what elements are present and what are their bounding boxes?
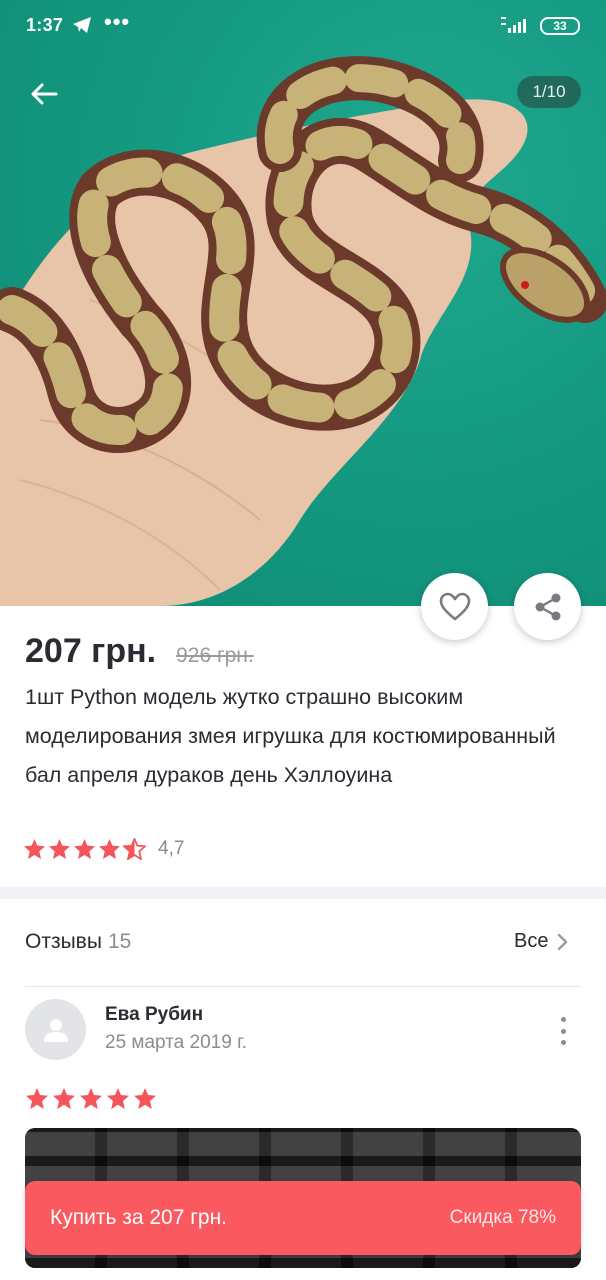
product-title: 1шт Python модель жутко страшно высоким … bbox=[25, 685, 556, 787]
reviews-divider bbox=[25, 986, 581, 987]
old-price: 926 грн. bbox=[176, 644, 254, 667]
buy-button[interactable]: Купить за 207 грн. Скидка 78% bbox=[25, 1181, 581, 1255]
share-button[interactable] bbox=[514, 573, 581, 640]
reviews-all-link[interactable]: Все bbox=[514, 930, 568, 953]
star-icon bbox=[23, 838, 46, 860]
back-button[interactable] bbox=[22, 72, 66, 116]
status-bar: 1:37 ••• 33 bbox=[0, 0, 606, 52]
review-stars bbox=[25, 1087, 160, 1110]
status-time: 1:37 bbox=[26, 15, 64, 35]
price-row: 207 грн. 926 грн. bbox=[25, 632, 254, 671]
review-more-button[interactable] bbox=[552, 1015, 574, 1047]
star-icon bbox=[73, 838, 96, 860]
more-notifications-icon: ••• bbox=[104, 9, 131, 34]
favorite-button[interactable] bbox=[421, 573, 488, 640]
battery-icon: 33 bbox=[540, 17, 580, 35]
image-counter: 1/10 bbox=[517, 76, 581, 108]
chevron-right-icon bbox=[558, 933, 568, 950]
discount-label: Скидка 78% bbox=[449, 1207, 556, 1228]
reviews-count: 15 bbox=[107, 930, 132, 953]
avatar bbox=[25, 999, 86, 1060]
reviewer-name: Ева Рубин bbox=[105, 1004, 204, 1025]
buy-label: Купить за 207 грн. bbox=[50, 1206, 228, 1229]
reviews-all-label: Все bbox=[514, 930, 549, 952]
star-icon bbox=[80, 1088, 102, 1109]
heart-icon bbox=[439, 592, 470, 620]
star-icon bbox=[48, 838, 71, 860]
user-icon bbox=[43, 1018, 68, 1042]
reviews-heading: Отзывы 15 bbox=[25, 930, 131, 954]
current-price: 207 грн. bbox=[25, 632, 157, 670]
product-rating[interactable]: 4,7 bbox=[23, 838, 184, 860]
arrow-left-icon bbox=[31, 83, 58, 105]
telegram-icon bbox=[72, 16, 92, 39]
star-icon bbox=[53, 1088, 75, 1109]
kebab-dot bbox=[560, 1040, 566, 1045]
product-photo bbox=[0, 56, 606, 606]
star-icon bbox=[98, 838, 121, 860]
section-divider bbox=[0, 887, 606, 899]
kebab-dot bbox=[560, 1017, 566, 1022]
star-icon bbox=[134, 1088, 156, 1109]
product-image-gallery[interactable]: 1:37 ••• 33 1/10 bbox=[0, 0, 606, 606]
review-date: 25 марта 2019 г. bbox=[105, 1032, 247, 1053]
reviews-heading-label: Отзывы bbox=[25, 930, 102, 953]
rating-value: 4,7 bbox=[158, 838, 185, 859]
star-icon bbox=[26, 1088, 48, 1109]
share-icon bbox=[535, 593, 560, 620]
star-half-icon bbox=[123, 838, 146, 860]
star-icon bbox=[107, 1088, 129, 1109]
signal-icon bbox=[500, 15, 532, 40]
kebab-dot bbox=[560, 1028, 566, 1034]
